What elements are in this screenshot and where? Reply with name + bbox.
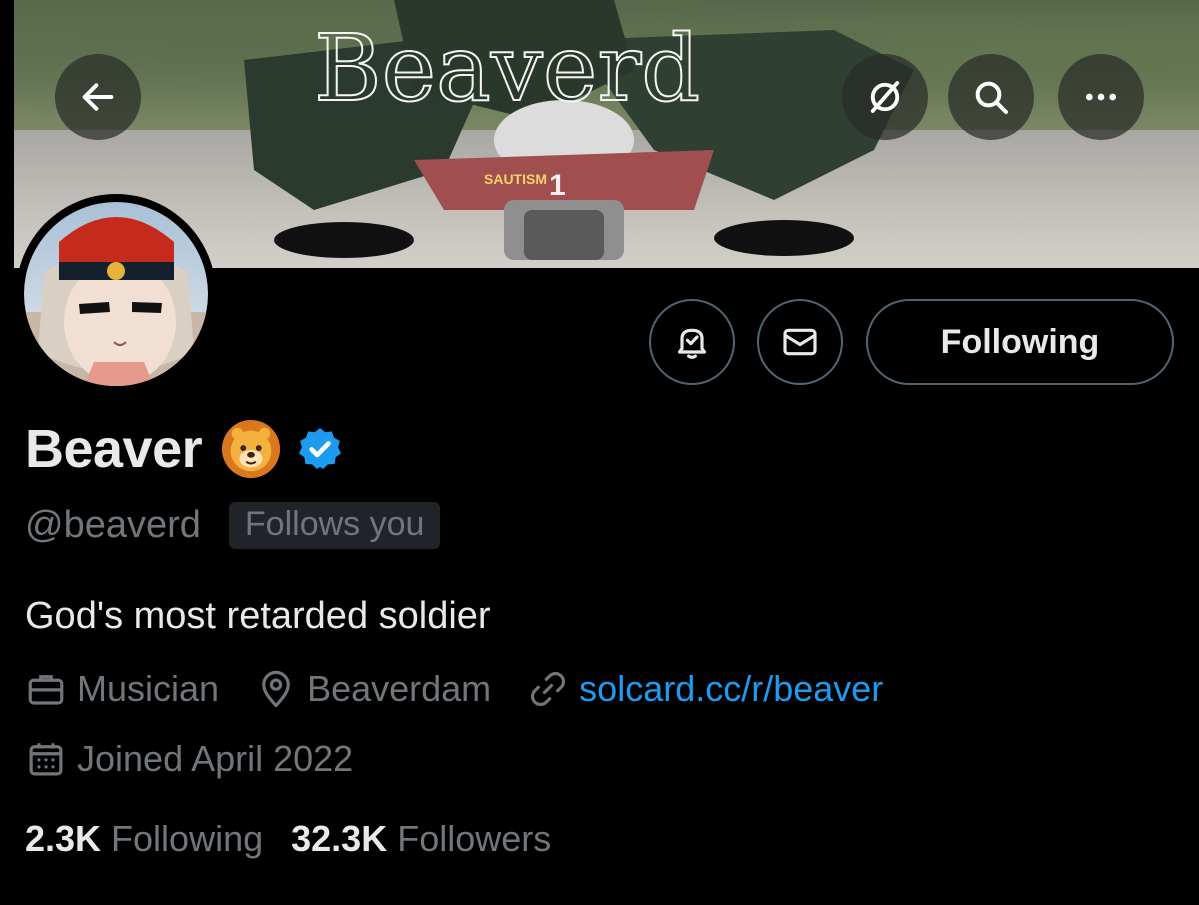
- briefcase-icon: [28, 675, 64, 705]
- verified-badge-icon[interactable]: [296, 425, 344, 473]
- lion-face-icon: [222, 419, 281, 479]
- avatar[interactable]: [16, 194, 216, 394]
- followers-stat[interactable]: 32.3K Followers: [291, 818, 551, 860]
- joined-row: Joined April 2022: [25, 738, 353, 780]
- arrow-left-icon: [82, 83, 114, 111]
- envelope-icon: [783, 328, 817, 356]
- following-stat[interactable]: 2.3K Following: [25, 818, 263, 860]
- handle-row: @beaverd Follows you: [25, 502, 441, 549]
- grok-icon: [870, 81, 900, 113]
- message-button[interactable]: [757, 299, 843, 385]
- bell-check-icon: [677, 328, 707, 359]
- grok-button[interactable]: [842, 54, 928, 140]
- calendar-icon: [29, 743, 63, 776]
- name-row: Beaver: [25, 418, 344, 480]
- follows-you-badge: Follows you: [228, 502, 441, 549]
- website-link[interactable]: solcard.cc/r/beaver: [579, 668, 883, 710]
- display-name: Beaver: [25, 419, 203, 479]
- profession-text: Musician: [77, 668, 220, 709]
- location-text: Beaverdam: [307, 668, 492, 709]
- banner-jersey-text: SAUTISM: [484, 171, 547, 187]
- search-icon: [975, 81, 1008, 114]
- banner-handwriting: Beaverd: [314, 15, 700, 122]
- followers-stat-label: Followers: [397, 818, 552, 859]
- followers-count: 32.3K: [291, 818, 388, 859]
- notifications-button[interactable]: [649, 299, 735, 385]
- location-item: Beaverdam: [255, 668, 491, 710]
- profession-item: Musician: [25, 668, 219, 710]
- following-count: 2.3K: [25, 818, 102, 859]
- banner-jersey-number: 1: [549, 169, 566, 202]
- website-item[interactable]: solcard.cc/r/beaver: [527, 668, 883, 710]
- left-edge: [0, 0, 14, 268]
- more-horizontal-icon: [1086, 93, 1116, 101]
- profile-meta: Musician Beaverdam solcard.cc/r/beaver: [25, 668, 919, 710]
- back-button[interactable]: [55, 54, 141, 140]
- user-handle: @beaverd: [25, 504, 201, 546]
- profile-page: 1 SAUTISM Beaverd Following Beaver @beav…: [0, 0, 1199, 905]
- search-button[interactable]: [948, 54, 1034, 140]
- map-pin-icon: [262, 670, 290, 708]
- joined-text: Joined April 2022: [77, 738, 354, 779]
- avatar-image: [24, 217, 208, 386]
- following-stat-label: Following: [111, 818, 264, 859]
- link-icon: [531, 671, 566, 707]
- bio: God's most retarded soldier: [25, 595, 491, 637]
- follow-stats: 2.3K Following 32.3K Followers: [25, 818, 579, 860]
- more-button[interactable]: [1058, 54, 1144, 140]
- following-button[interactable]: Following: [866, 299, 1174, 385]
